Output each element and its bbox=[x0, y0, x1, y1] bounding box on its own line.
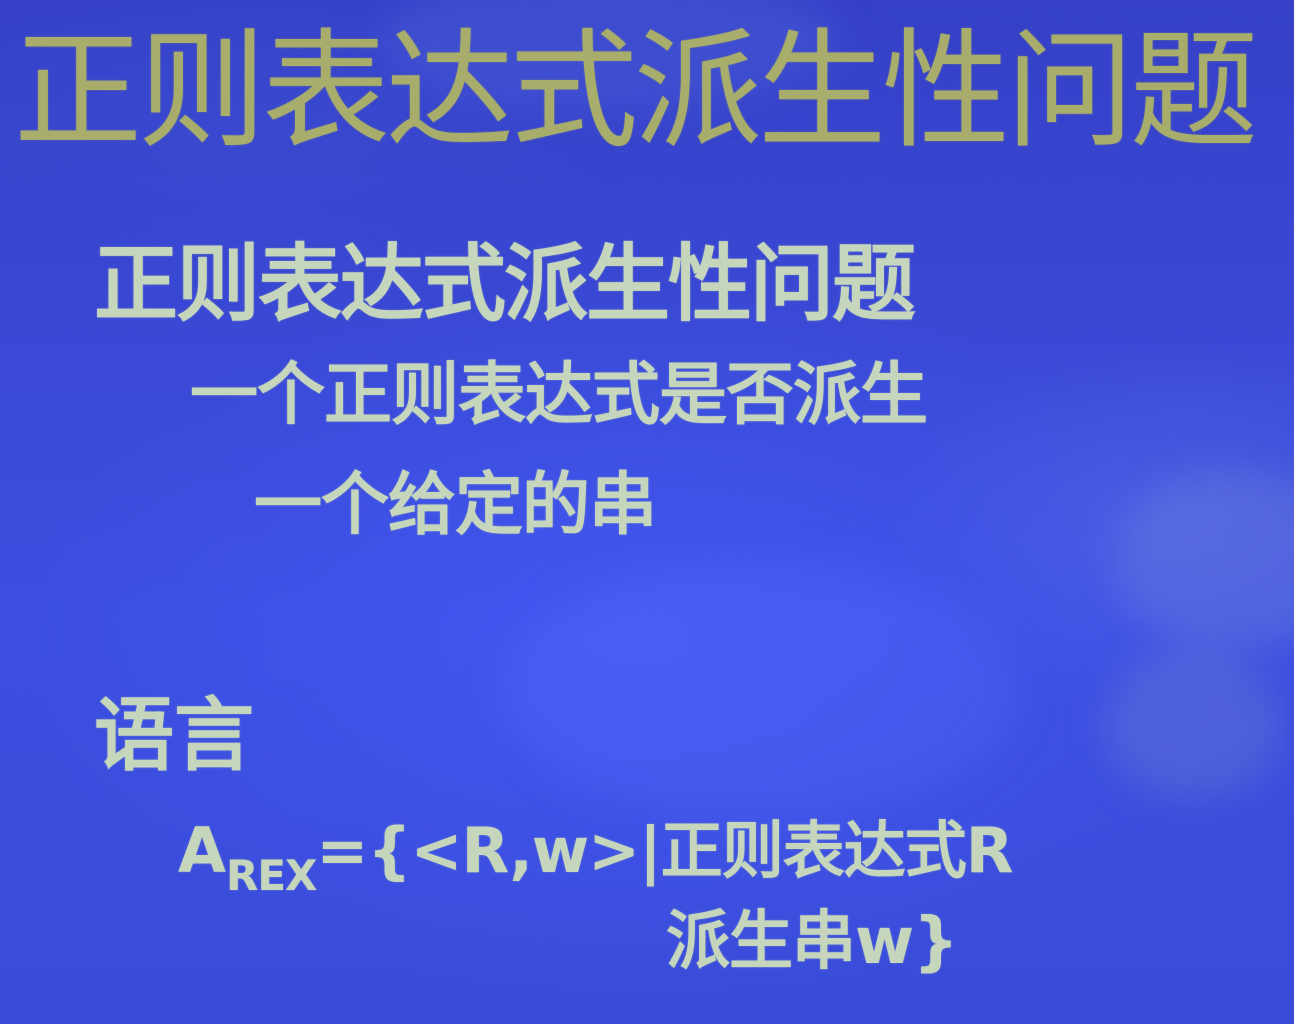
formula-line1-rest: ={<R,w>|正则表达式R bbox=[316, 814, 1013, 887]
background-decoration bbox=[1114, 470, 1294, 650]
problem-description-line2: 一个给定的串 bbox=[254, 466, 657, 545]
language-definition-formula: AREX={<R,w>|正则表达式R bbox=[178, 800, 1014, 900]
background-decoration bbox=[500, 560, 1020, 820]
formula-subscript: REX bbox=[225, 851, 317, 900]
formula-line2: 派生串w} bbox=[666, 905, 959, 979]
formula-symbol: A bbox=[178, 814, 226, 887]
problem-description-line1: 一个正则表达式是否派生 bbox=[190, 356, 928, 435]
section-heading-language: 语言 bbox=[94, 689, 254, 782]
slide-title: 正则表达式派生性问题 bbox=[14, 17, 1258, 166]
background-decoration bbox=[1104, 650, 1284, 800]
section-heading-problem: 正则表达式派生性问题 bbox=[94, 235, 916, 333]
